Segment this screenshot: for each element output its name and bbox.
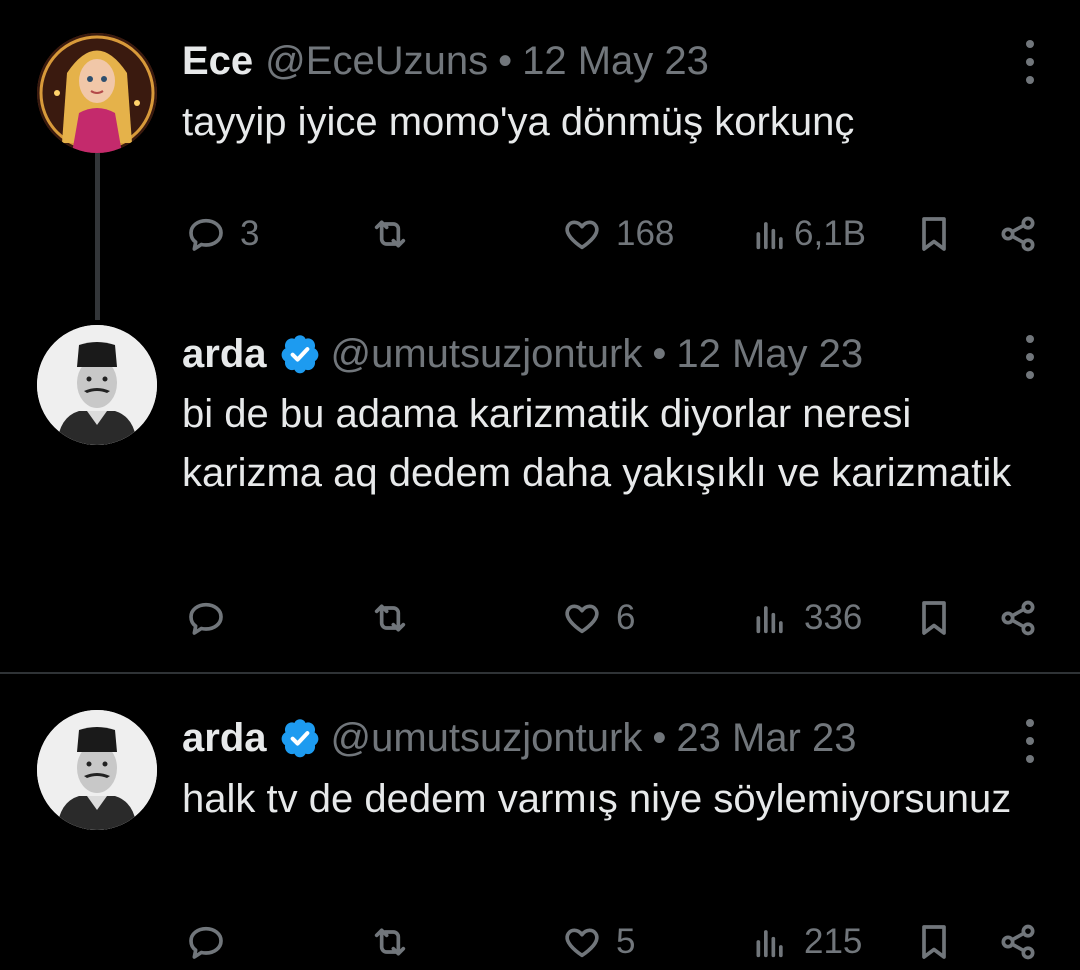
like-count: 168 <box>616 214 675 253</box>
reply-icon <box>189 602 223 635</box>
bookmark-button[interactable] <box>914 920 954 964</box>
handle[interactable]: @umutsuzjonturk <box>331 714 643 762</box>
retweet-button[interactable] <box>370 212 410 256</box>
avatar-image <box>37 33 157 153</box>
avatar-image <box>37 710 157 830</box>
views-icon <box>756 930 783 958</box>
views-count: 6,1B <box>794 214 866 253</box>
display-name[interactable]: Ece <box>182 37 253 85</box>
views-icon <box>756 222 783 250</box>
more-icon[interactable] <box>1024 719 1036 763</box>
like-icon <box>565 928 599 958</box>
tweet-text: tayyip iyice momo'ya dönmüş korkunç <box>182 100 855 144</box>
reply-button[interactable] <box>186 596 226 640</box>
share-icon <box>1001 924 1035 960</box>
views-button[interactable]: 215 <box>750 920 862 964</box>
more-icon[interactable] <box>1024 335 1036 379</box>
retweet-button[interactable] <box>370 920 410 964</box>
retweet-icon <box>374 928 406 956</box>
share-button[interactable] <box>998 920 1038 964</box>
timeline: Ece @EceUzuns • 12 May 23 tayyip iyice m… <box>0 0 1080 970</box>
reply-button[interactable] <box>186 920 226 964</box>
tweet[interactable]: arda @umutsuzjonturk • 23 Mar 23 halk tv… <box>0 674 1080 970</box>
like-count: 5 <box>616 922 636 961</box>
tweet-text: bi de bu adama karizmatik diyorlar neres… <box>182 392 1012 495</box>
handle[interactable]: @EceUzuns <box>265 37 488 85</box>
share-icon <box>1001 216 1035 252</box>
avatar[interactable] <box>37 710 157 830</box>
reply-icon <box>189 218 223 251</box>
views-icon <box>756 606 783 634</box>
views-button[interactable]: 6,1B <box>750 212 866 256</box>
verified-icon <box>281 335 318 374</box>
tweet[interactable]: Ece @EceUzuns • 12 May 23 tayyip iyice m… <box>0 0 1080 320</box>
timestamp[interactable]: 23 Mar 23 <box>676 714 856 762</box>
reply-count: 3 <box>240 214 260 253</box>
retweet-icon <box>374 604 406 632</box>
avatar[interactable] <box>37 33 157 153</box>
bookmark-button[interactable] <box>914 596 954 640</box>
bookmark-icon <box>922 925 946 959</box>
action-bar: 3 168 6,1B <box>0 212 1080 256</box>
views-count: 215 <box>804 922 863 961</box>
tweet-text: halk tv de dedem varmış niye söylemiyors… <box>182 777 1012 821</box>
retweet-button[interactable] <box>370 596 410 640</box>
more-icon[interactable] <box>1024 40 1036 84</box>
avatar-image <box>37 325 157 445</box>
verified-icon <box>281 719 318 758</box>
like-icon <box>565 220 599 250</box>
reply-button[interactable]: 3 <box>186 212 259 256</box>
separator: • <box>498 39 513 83</box>
display-name[interactable]: arda <box>182 330 267 378</box>
like-button[interactable]: 5 <box>562 920 635 964</box>
like-button[interactable]: 168 <box>562 212 674 256</box>
timestamp[interactable]: 12 May 23 <box>522 37 709 85</box>
bookmark-button[interactable] <box>914 212 954 256</box>
like-icon <box>565 604 599 634</box>
tweet-header: Ece @EceUzuns • 12 May 23 <box>182 37 709 85</box>
avatar[interactable] <box>37 325 157 445</box>
bookmark-icon <box>922 601 946 635</box>
tweet-header: arda @umutsuzjonturk • 23 Mar 23 <box>182 714 856 762</box>
action-bar: 6 336 <box>0 596 1080 640</box>
tweet[interactable]: arda @umutsuzjonturk • 12 May 23 bi de b… <box>0 300 1080 672</box>
reply-icon <box>189 926 223 959</box>
handle[interactable]: @umutsuzjonturk <box>331 330 643 378</box>
retweet-icon <box>374 220 406 248</box>
action-bar: 5 215 <box>0 920 1080 964</box>
display-name[interactable]: arda <box>182 714 267 762</box>
views-button[interactable]: 336 <box>750 596 862 640</box>
like-count: 6 <box>616 598 636 637</box>
tweet-header: arda @umutsuzjonturk • 12 May 23 <box>182 330 863 378</box>
share-button[interactable] <box>998 596 1038 640</box>
separator: • <box>652 716 667 760</box>
views-count: 336 <box>804 598 863 637</box>
bookmark-icon <box>922 217 946 251</box>
share-icon <box>1001 600 1035 636</box>
timestamp[interactable]: 12 May 23 <box>676 330 863 378</box>
like-button[interactable]: 6 <box>562 596 635 640</box>
share-button[interactable] <box>998 212 1038 256</box>
separator: • <box>652 332 667 376</box>
